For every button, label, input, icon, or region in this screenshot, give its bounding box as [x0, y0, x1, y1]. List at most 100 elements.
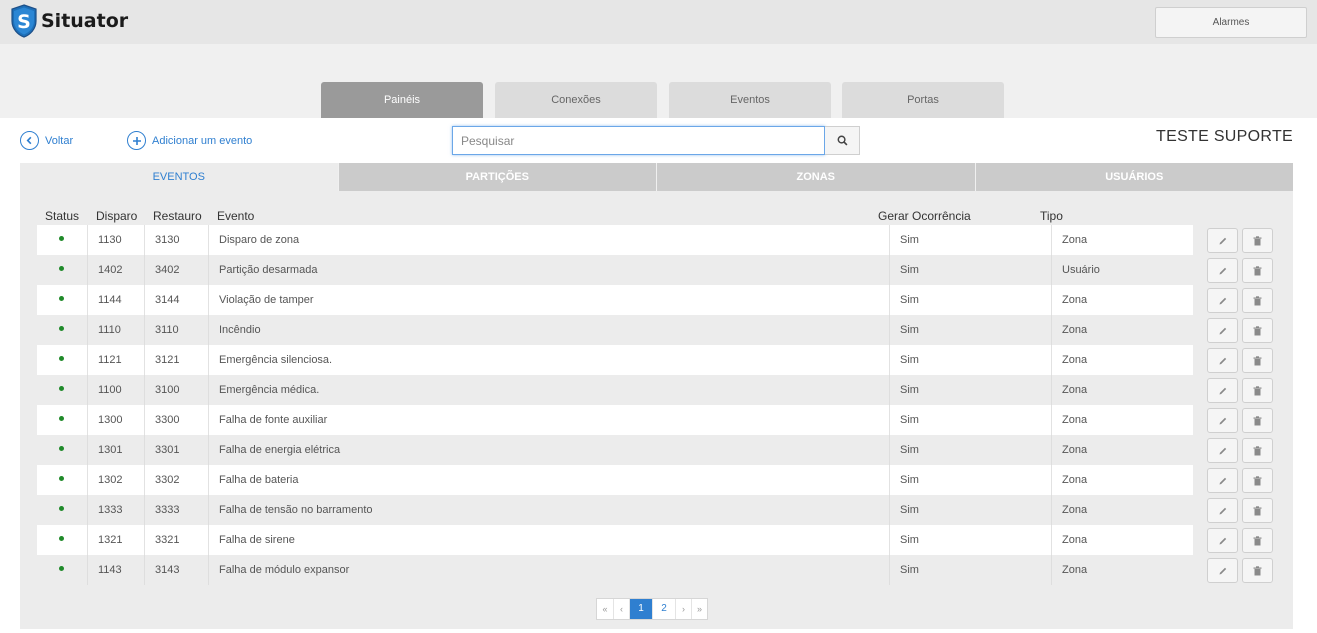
pencil-icon — [1219, 357, 1226, 364]
table-row: 1301 3301 Falha de energia elétrica Sim Zona — [37, 435, 1275, 465]
delete-button[interactable] — [1242, 558, 1273, 583]
cell-tipo: Zona — [1051, 285, 1193, 315]
delete-button[interactable] — [1242, 408, 1273, 433]
edit-button[interactable] — [1207, 348, 1238, 373]
cell-restauro: 3130 — [144, 225, 208, 255]
status-indicator — [59, 536, 64, 541]
chevron-left-circle-icon — [20, 131, 39, 150]
edit-button[interactable] — [1207, 258, 1238, 283]
cell-evento: Disparo de zona — [208, 225, 889, 255]
pencil-icon — [1219, 327, 1226, 334]
cell-evento: Falha de módulo expansor — [208, 555, 889, 585]
cell-tipo: Zona — [1051, 225, 1193, 255]
subtab-particoes[interactable]: PARTIÇÕES — [337, 163, 656, 191]
cell-disparo: 1321 — [87, 525, 144, 555]
trash-icon — [1253, 415, 1262, 425]
delete-button[interactable] — [1242, 438, 1273, 463]
row-cells: 1110 3110 Incêndio Sim Zona — [37, 315, 1193, 345]
edit-button[interactable] — [1207, 438, 1238, 463]
pencil-icon — [1219, 537, 1226, 544]
edit-button[interactable] — [1207, 288, 1238, 313]
cell-disparo: 1144 — [87, 285, 144, 315]
cell-tipo: Zona — [1051, 315, 1193, 345]
cell-tipo: Zona — [1051, 405, 1193, 435]
page-first-button[interactable]: « — [597, 599, 613, 619]
page-1-button[interactable]: 1 — [629, 599, 652, 619]
delete-button[interactable] — [1242, 528, 1273, 553]
add-event-link[interactable]: Adicionar um evento — [127, 131, 252, 150]
subtab-usuarios[interactable]: USUÁRIOS — [974, 163, 1293, 191]
cell-gerar-ocorrencia: Sim — [889, 345, 1051, 375]
edit-button[interactable] — [1207, 468, 1238, 493]
delete-button[interactable] — [1242, 348, 1273, 373]
status-indicator — [59, 506, 64, 511]
edit-button[interactable] — [1207, 228, 1238, 253]
alarms-button[interactable]: Alarmes — [1155, 7, 1307, 38]
cell-tipo: Zona — [1051, 465, 1193, 495]
delete-button[interactable] — [1242, 228, 1273, 253]
cell-tipo: Zona — [1051, 495, 1193, 525]
cell-restauro: 3402 — [144, 255, 208, 285]
cell-restauro: 3321 — [144, 525, 208, 555]
app-logo[interactable]: S Situator — [10, 4, 128, 38]
delete-button[interactable] — [1242, 468, 1273, 493]
edit-button[interactable] — [1207, 528, 1238, 553]
cell-evento: Falha de sirene — [208, 525, 889, 555]
delete-button[interactable] — [1242, 498, 1273, 523]
header-gerar-ocorrencia: Gerar Ocorrência — [878, 209, 971, 223]
cell-restauro: 3143 — [144, 555, 208, 585]
delete-button[interactable] — [1242, 378, 1273, 403]
tab-conexoes[interactable]: Conexões — [495, 82, 657, 118]
back-link[interactable]: Voltar — [20, 131, 73, 150]
cell-gerar-ocorrencia: Sim — [889, 315, 1051, 345]
page-next-button[interactable]: › — [675, 599, 691, 619]
subtab-zonas[interactable]: ZONAS — [656, 163, 975, 191]
edit-button[interactable] — [1207, 318, 1238, 343]
delete-button[interactable] — [1242, 318, 1273, 343]
tab-paineis[interactable]: Painéis — [321, 82, 483, 118]
cell-disparo: 1110 — [87, 315, 144, 345]
row-cells: 1402 3402 Partição desarmada Sim Usuário — [37, 255, 1193, 285]
edit-button[interactable] — [1207, 378, 1238, 403]
cell-tipo: Zona — [1051, 345, 1193, 375]
search-input[interactable] — [452, 126, 825, 155]
edit-button[interactable] — [1207, 408, 1238, 433]
search-button[interactable] — [825, 126, 860, 155]
pencil-icon — [1219, 417, 1226, 424]
delete-button[interactable] — [1242, 258, 1273, 283]
cell-evento: Incêndio — [208, 315, 889, 345]
tab-portas[interactable]: Portas — [842, 82, 1004, 118]
cell-restauro: 3144 — [144, 285, 208, 315]
cell-restauro: 3100 — [144, 375, 208, 405]
header-tipo: Tipo — [1040, 209, 1063, 223]
search-bar — [452, 126, 860, 155]
cell-evento: Falha de bateria — [208, 465, 889, 495]
row-cells: 1130 3130 Disparo de zona Sim Zona — [37, 225, 1193, 255]
status-indicator — [59, 416, 64, 421]
row-cells: 1100 3100 Emergência médica. Sim Zona — [37, 375, 1193, 405]
page-2-button[interactable]: 2 — [652, 599, 675, 619]
status-indicator — [59, 476, 64, 481]
tab-eventos[interactable]: Eventos — [669, 82, 831, 118]
cell-gerar-ocorrencia: Sim — [889, 255, 1051, 285]
table-row: 1333 3333 Falha de tensão no barramento Sim… — [37, 495, 1275, 525]
cell-disparo: 1333 — [87, 495, 144, 525]
cell-restauro: 3333 — [144, 495, 208, 525]
page-last-button[interactable]: » — [691, 599, 707, 619]
delete-button[interactable] — [1242, 288, 1273, 313]
subtab-eventos[interactable]: EVENTOS — [20, 163, 338, 191]
table-header: Status Disparo Restauro Evento Gerar Oco… — [20, 209, 1293, 225]
top-bar: S Situator Alarmes — [0, 0, 1317, 44]
table-row: 1321 3321 Falha de sirene Sim Zona — [37, 525, 1275, 555]
edit-button[interactable] — [1207, 558, 1238, 583]
edit-button[interactable] — [1207, 498, 1238, 523]
trash-icon — [1253, 565, 1262, 575]
events-panel: Status Disparo Restauro Evento Gerar Oco… — [20, 191, 1293, 629]
table-row: 1302 3302 Falha de bateria Sim Zona — [37, 465, 1275, 495]
header-status: Status — [45, 209, 80, 223]
panel-name: TESTE SUPORTE — [1156, 128, 1293, 145]
trash-icon — [1253, 235, 1262, 245]
trash-icon — [1253, 445, 1262, 455]
row-cells: 1301 3301 Falha de energia elétrica Sim Zona — [37, 435, 1193, 465]
page-prev-button[interactable]: ‹ — [613, 599, 629, 619]
